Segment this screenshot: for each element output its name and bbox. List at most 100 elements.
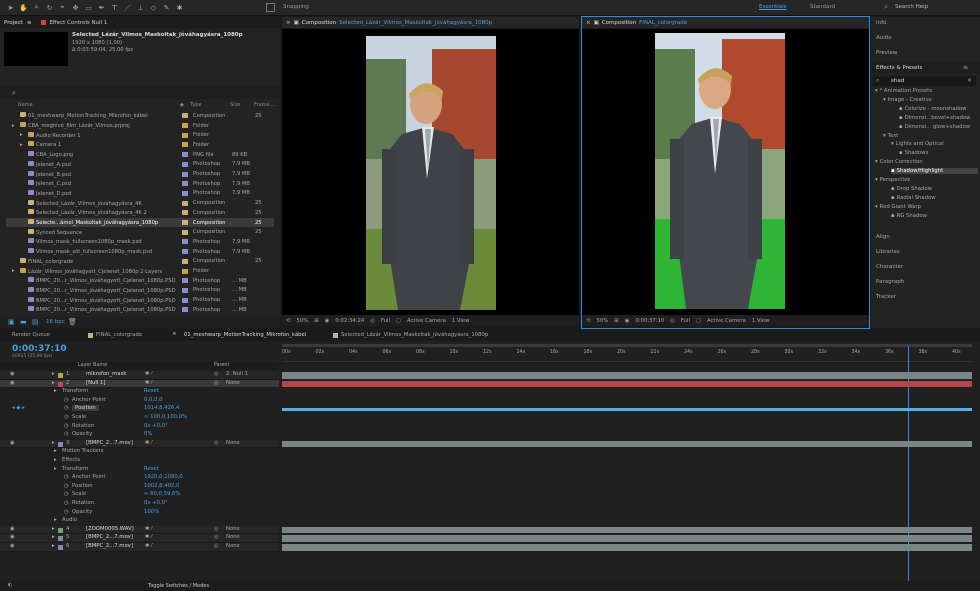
stopwatch-icon[interactable]: ◷ — [64, 397, 69, 403]
label-color-swatch[interactable] — [182, 210, 188, 216]
property-row[interactable]: ◷ Scale ∞ 100,0,100,0% — [0, 414, 279, 423]
zoom-select[interactable]: 50% — [296, 318, 308, 324]
layer-duration-bar[interactable] — [282, 526, 972, 534]
label-color-swatch[interactable] — [182, 181, 188, 187]
viewer-right-tab[interactable]: × ▣ Composition FINAL_colorgrade — [582, 17, 869, 28]
property-group[interactable]: ▸ Transform Reset — [0, 466, 279, 475]
expand-arrow-icon[interactable]: ▸ — [52, 371, 55, 377]
stopwatch-icon[interactable]: ◷ — [64, 474, 69, 480]
property-group[interactable]: ▸ Audio — [0, 517, 279, 526]
tab-selected-1080p[interactable]: Selected_Lázár_Vilmos_Maskoltak_jóváhagy… — [341, 332, 488, 338]
effects-tree-item[interactable]: ▪ Shadows — [899, 150, 978, 156]
puppet-tool-icon[interactable]: ✱ — [174, 2, 185, 13]
project-item[interactable]: Jelenet_A.psd Photoshop 7,9 MB — [6, 160, 274, 170]
close-tab-icon[interactable]: × — [586, 20, 591, 26]
layer-row[interactable]: ◉ ▸ 2 [Null 1] ✱ ⁄ ◎ None — [0, 379, 279, 389]
preview-panel-header[interactable]: Preview — [876, 50, 897, 56]
layer-switches[interactable]: ✱ ⁄ — [145, 371, 152, 377]
snapping-checkbox[interactable] — [266, 3, 275, 12]
parent-select[interactable]: None — [226, 380, 240, 386]
bpc-label[interactable]: 16 bpc — [46, 319, 65, 325]
grid-icon[interactable]: ⊞ — [614, 318, 618, 324]
layer-row[interactable]: ◉ ▸ 5 [BMPC_2...7.mov] ✱ ⁄ ◎ None — [0, 534, 279, 543]
view-layout-select[interactable]: 1 View — [452, 318, 470, 324]
label-color-swatch[interactable] — [182, 307, 188, 313]
label-column-icon[interactable]: ◆ — [180, 102, 184, 108]
snapshot-icon[interactable]: ◎ — [670, 318, 675, 324]
rotate-tool-icon[interactable]: ↻ — [44, 2, 55, 13]
label-color-swatch[interactable] — [182, 287, 188, 293]
roto-brush-tool-icon[interactable]: ✎ — [161, 2, 172, 13]
hand-tool-icon[interactable]: ✋ — [18, 2, 29, 13]
effects-search-input[interactable]: ⌕ shad × — [873, 76, 976, 86]
effects-tree-item[interactable]: ▾ Color Correction — [875, 159, 978, 165]
time-ruler[interactable]: 00s 02s 04s 06s 08s 10s 12s 14s 16s 18s 20s 22s 24s 2… — [282, 348, 972, 362]
stopwatch-icon[interactable]: ◷ — [64, 414, 69, 420]
effects-tree-item[interactable]: ▪ Dimensi...bevel+shadow — [899, 115, 978, 121]
roi-icon[interactable]: ▢ — [396, 318, 401, 324]
delete-icon[interactable]: 🗑 — [68, 318, 77, 326]
label-color-swatch[interactable] — [182, 132, 188, 138]
label-color-swatch[interactable] — [182, 200, 188, 206]
expand-arrow-icon[interactable]: ▸ — [54, 517, 57, 523]
property-value[interactable]: Reset — [144, 388, 159, 394]
clear-search-icon[interactable]: × — [967, 77, 972, 84]
expand-arrow-icon[interactable]: ▸ — [52, 534, 55, 540]
project-item[interactable]: FINAL_colorgrade Composition 25 — [6, 257, 274, 267]
expand-arrow-icon[interactable]: ▸ — [12, 123, 15, 129]
property-value[interactable]: ∞ 60,0,59,6% — [144, 491, 180, 497]
layer-row[interactable]: ◉ ▸ 6 [BMPC_2...7.mov] ✱ ⁄ ◎ None — [0, 543, 279, 552]
layer-name[interactable]: [BMPC_2...7.mov] — [86, 534, 133, 540]
label-color-swatch[interactable] — [182, 239, 188, 245]
brush-tool-icon[interactable]: ／ — [122, 2, 133, 13]
label-color-swatch[interactable] — [182, 142, 188, 148]
effects-tree-item[interactable]: ▾ Text — [883, 133, 978, 139]
project-item[interactable]: BMPC_20...r_Vilmos_jóváhagyott_Cjelenet_… — [6, 305, 274, 315]
project-item[interactable]: Jelenet_D.psd Photoshop 7,9 MB — [6, 189, 274, 199]
property-row[interactable]: ◷ Opacity 0% — [0, 431, 279, 440]
expand-arrow-icon[interactable]: ▸ — [20, 132, 23, 138]
keyframe-track[interactable] — [282, 408, 972, 412]
viewer-right-canvas[interactable] — [582, 29, 869, 315]
expand-arrow-icon[interactable]: ▸ — [54, 457, 57, 463]
visibility-eye-icon[interactable]: ◉ — [10, 440, 15, 446]
layer-duration-bar[interactable] — [282, 535, 972, 542]
layer-name[interactable]: [BMPC_2...7.mov] — [86, 543, 133, 549]
pick-whip-icon[interactable]: ◎ — [214, 380, 219, 386]
camera-snapshot-icon[interactable]: ◉ — [625, 318, 630, 324]
layer-duration-bar[interactable] — [282, 544, 972, 551]
current-time[interactable]: 0:00:37:10 — [635, 318, 664, 324]
new-folder-icon[interactable]: ▬ — [20, 318, 27, 326]
stopwatch-icon[interactable]: ◷ — [64, 509, 69, 515]
shape-tool-icon[interactable]: ▭ — [83, 2, 94, 13]
layer-switches[interactable]: ✱ ⁄ — [145, 543, 152, 549]
layer-name[interactable]: [ZOOM0005.WAV] — [86, 526, 134, 532]
label-color-swatch[interactable] — [182, 297, 188, 303]
column-name[interactable]: Name — [18, 102, 33, 108]
layer-row[interactable]: ◉ ▸ 1 mikrofon_mask ✱ ⁄ ◎ 2. Null 1 — [0, 371, 279, 380]
project-item[interactable]: Jelenet_B.psd Photoshop 7,9 MB — [6, 169, 274, 179]
property-value[interactable]: 0% — [144, 431, 152, 437]
resolution-select[interactable]: Full — [681, 318, 690, 324]
label-color-swatch[interactable] — [58, 536, 63, 542]
property-value[interactable]: 0x +0,0° — [144, 500, 168, 506]
property-group[interactable]: ▸ Effects — [0, 457, 279, 466]
label-color-swatch[interactable] — [182, 161, 188, 167]
label-color-swatch[interactable] — [182, 190, 188, 196]
view-layout-select[interactable]: 1 View — [752, 318, 770, 324]
always-preview-icon[interactable]: ⟲ — [586, 318, 590, 324]
layer-switches[interactable]: ✱ ⁄ — [145, 380, 152, 386]
label-color-swatch[interactable] — [58, 381, 63, 387]
clone-stamp-tool-icon[interactable]: ⊥ — [135, 2, 146, 13]
label-color-swatch[interactable] — [182, 249, 188, 255]
pan-behind-tool-icon[interactable]: ✥ — [70, 2, 81, 13]
property-value[interactable]: 0,0,0,0 — [144, 397, 163, 403]
label-color-swatch[interactable] — [182, 268, 188, 274]
parent-select[interactable]: None — [226, 534, 240, 540]
layer-switches[interactable]: ✱ ⁄ — [145, 526, 152, 532]
visibility-eye-icon[interactable]: ◉ — [10, 526, 15, 532]
effects-tree-item[interactable]: ▪ Colorize - moonshadow — [899, 106, 978, 112]
label-color-swatch[interactable] — [58, 527, 63, 533]
close-tab-icon[interactable]: × — [286, 20, 291, 26]
project-item[interactable]: ▸ Camera 1 Folder — [6, 140, 274, 150]
